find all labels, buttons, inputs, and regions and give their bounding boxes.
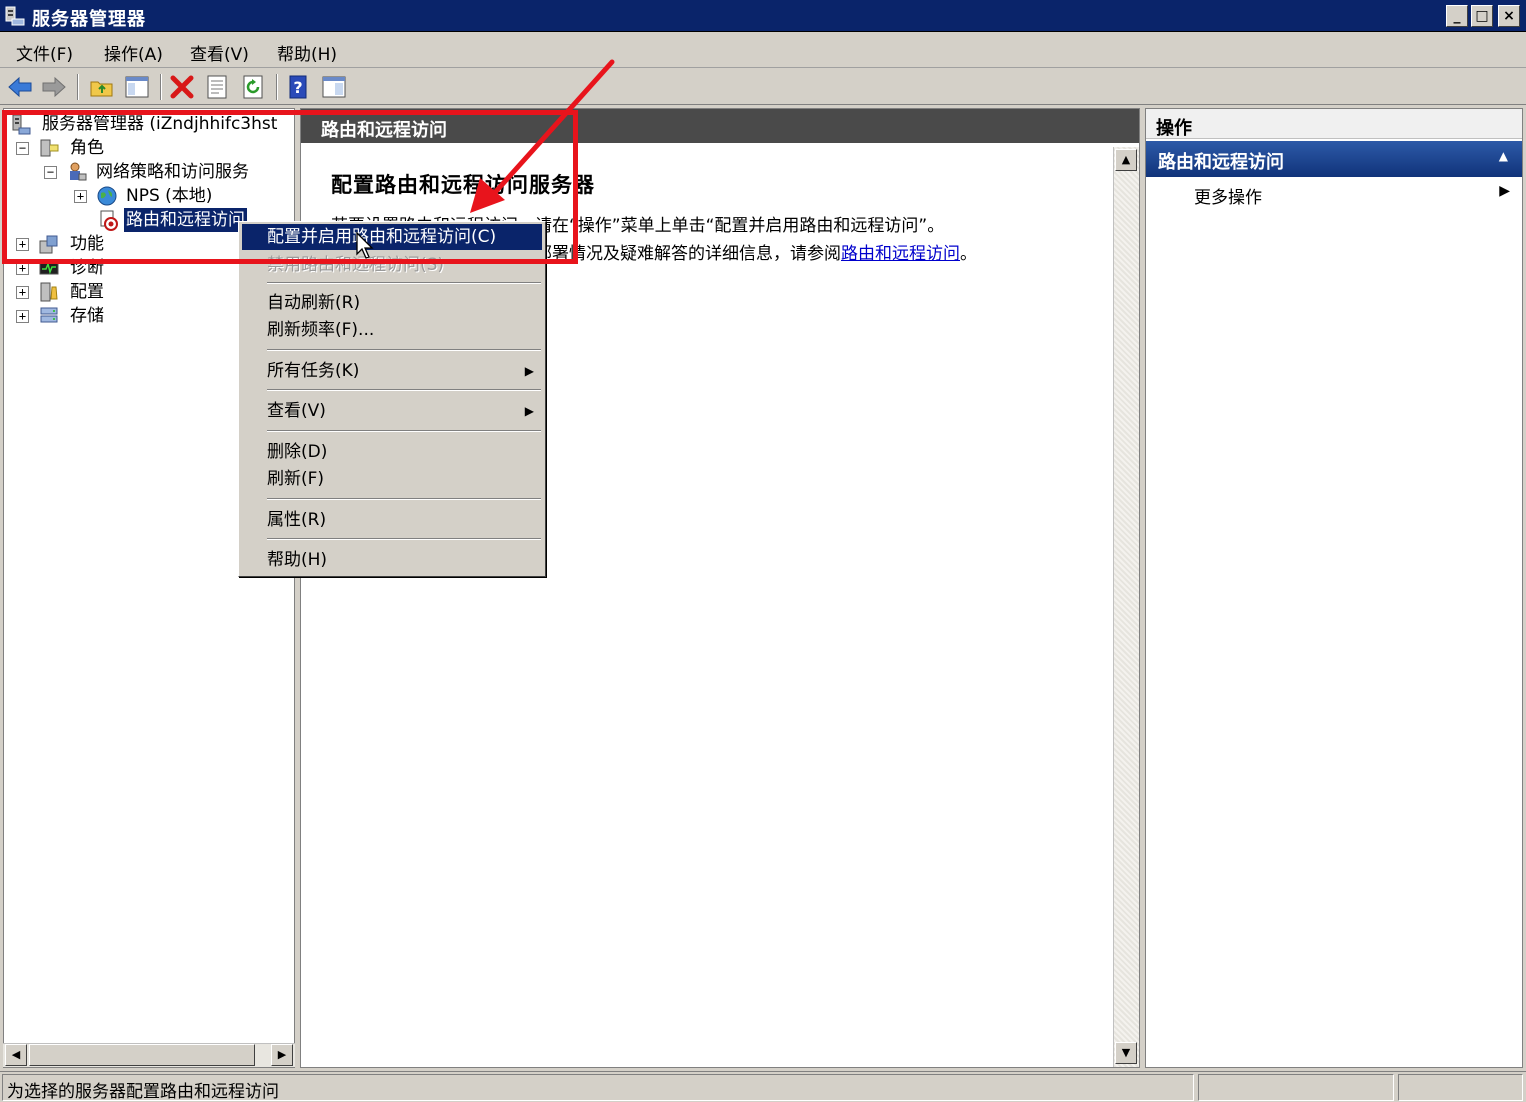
toolbar-separator [77, 74, 79, 100]
scroll-left-button[interactable]: ◀ [5, 1044, 27, 1066]
routing-icon [100, 210, 118, 231]
show-hide-action-pane-icon[interactable] [320, 73, 348, 101]
actions-section-label: 路由和远程访问 [1158, 152, 1284, 173]
center-vertical-scrollbar[interactable]: ▲ ▼ [1113, 147, 1139, 1067]
menu-item-delete[interactable]: 删除(D) [242, 439, 542, 465]
menu-item-view-label: 查看(V) [267, 401, 326, 421]
scroll-up-button[interactable]: ▲ [1115, 149, 1137, 171]
scroll-down-button[interactable]: ▼ [1115, 1042, 1137, 1064]
menu-separator [267, 538, 541, 540]
menu-separator [267, 498, 541, 500]
up-folder-icon[interactable] [88, 73, 116, 101]
menu-item-refresh[interactable]: 刷新(F) [242, 466, 542, 492]
status-bar: 为选择的服务器配置路由和远程访问 [0, 1071, 1526, 1102]
expand-toggle[interactable]: + [16, 262, 29, 275]
collapse-toggle[interactable]: − [44, 166, 57, 179]
status-cell-3 [1398, 1074, 1523, 1101]
menu-separator [267, 389, 541, 391]
tree-label-storage: 存储 [70, 306, 104, 326]
network-policy-icon [70, 162, 87, 181]
center-pane-header: 路由和远程访问 [301, 109, 1139, 143]
menu-separator [267, 282, 541, 284]
actions-section-rras[interactable]: 路由和远程访问 ▲ [1146, 141, 1522, 177]
submenu-arrow-icon: ▶ [524, 404, 534, 418]
instruction-line-2-suffix: 。 [960, 244, 977, 264]
back-icon[interactable] [6, 73, 34, 101]
server-manager-icon [5, 6, 25, 26]
submenu-arrow-icon: ▶ [524, 364, 534, 378]
diagnostics-icon [39, 260, 59, 275]
refresh-icon[interactable] [239, 73, 267, 101]
status-text: 为选择的服务器配置路由和远程访问 [2, 1074, 1194, 1102]
menu-separator [267, 430, 541, 432]
status-cell-2 [1198, 1074, 1394, 1101]
menu-separator [267, 349, 541, 351]
actions-pane-header: 操作 [1146, 109, 1522, 139]
menu-item-help[interactable]: 帮助(H) [242, 547, 542, 573]
title-bar: 服务器管理器 _ □ × [0, 0, 1526, 32]
help-icon[interactable]: ? [285, 73, 313, 101]
rras-help-link[interactable]: 路由和远程访问 [841, 244, 960, 264]
menu-item-refresh-frequency[interactable]: 刷新频率(F)... [242, 317, 542, 343]
actions-pane: 操作 路由和远程访问 ▲ 更多操作 ▶ [1145, 108, 1523, 1068]
menu-item-view[interactable]: 查看(V) ▶ [242, 398, 542, 424]
tree-label-features: 功能 [70, 234, 104, 254]
window-title: 服务器管理器 [32, 9, 146, 30]
submenu-arrow-icon: ▶ [1499, 183, 1510, 199]
storage-icon [40, 307, 58, 323]
menu-item-auto-refresh[interactable]: 自动刷新(R) [242, 290, 542, 316]
menu-item-all-tasks[interactable]: 所有任务(K) ▶ [242, 358, 542, 384]
tree-horizontal-scrollbar[interactable]: ◀ ▶ [3, 1043, 295, 1067]
page-heading: 配置路由和远程访问服务器 [331, 173, 595, 197]
expand-toggle[interactable]: + [16, 238, 29, 251]
expand-toggle[interactable]: + [74, 190, 87, 203]
tree-label-server-manager: 服务器管理器 (iZndjhhifc3hst [42, 114, 278, 134]
collapse-up-icon[interactable]: ▲ [1499, 149, 1508, 163]
close-button[interactable]: × [1498, 5, 1520, 27]
scroll-thumb[interactable] [29, 1044, 255, 1066]
globe-icon [97, 186, 117, 206]
features-icon [39, 235, 58, 254]
menu-help[interactable]: 帮助(H) [277, 40, 337, 65]
show-hide-tree-icon[interactable] [123, 73, 151, 101]
menu-item-configure-enable-rras[interactable]: 配置并启用路由和远程访问(C) [242, 224, 542, 250]
mouse-cursor-icon [356, 232, 374, 259]
tree-label-rras: 路由和远程访问 [124, 208, 247, 232]
menu-file[interactable]: 文件(F) [16, 40, 73, 65]
tree-label-diagnostics: 诊断 [70, 258, 104, 278]
menu-item-disable-rras: 禁用路由和远程访问(S) [267, 255, 445, 275]
tree-label-nps-service: 网络策略和访问服务 [96, 162, 249, 182]
delete-icon[interactable] [168, 73, 196, 101]
toolbar-separator [276, 74, 278, 100]
maximize-button[interactable]: □ [1471, 5, 1493, 27]
roles-icon [40, 139, 59, 157]
more-actions-item[interactable]: 更多操作 [1194, 183, 1262, 208]
menu-item-properties[interactable]: 属性(R) [242, 507, 542, 533]
menu-bar: 文件(F) 操作(A) 查看(V) 帮助(H) [0, 33, 1526, 68]
properties-icon[interactable] [203, 73, 231, 101]
minimize-button[interactable]: _ [1446, 5, 1468, 27]
server-icon [12, 114, 31, 135]
configuration-icon [40, 282, 58, 302]
expand-toggle[interactable]: + [16, 286, 29, 299]
scroll-right-button[interactable]: ▶ [271, 1044, 293, 1066]
toolbar-separator [160, 74, 162, 100]
context-menu: 配置并启用路由和远程访问(C) 禁用路由和远程访问(S) 自动刷新(R) 刷新频… [238, 221, 546, 577]
collapse-toggle[interactable]: − [16, 142, 29, 155]
forward-icon[interactable] [40, 73, 68, 101]
tree-label-configuration: 配置 [70, 282, 104, 302]
menu-view[interactable]: 查看(V) [190, 40, 249, 65]
svg-text:?: ? [293, 78, 302, 97]
toolbar: ? [0, 69, 1526, 105]
menu-item-all-tasks-label: 所有任务(K) [267, 361, 360, 381]
menu-action[interactable]: 操作(A) [104, 40, 163, 65]
tree-label-nps-local: NPS (本地) [126, 186, 213, 206]
expand-toggle[interactable]: + [16, 310, 29, 323]
tree-label-roles: 角色 [70, 138, 104, 158]
